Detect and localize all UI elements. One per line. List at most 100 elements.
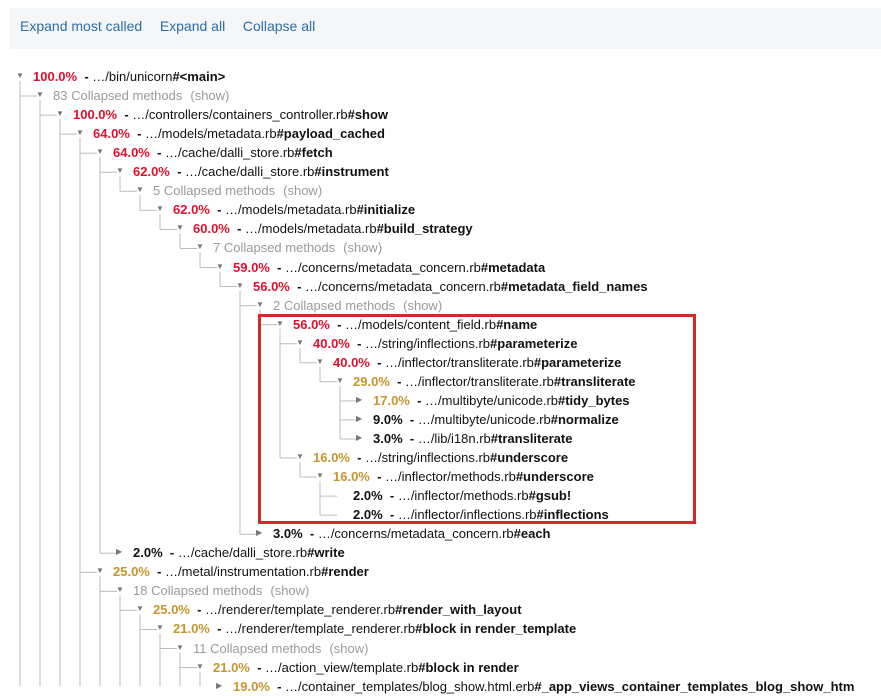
call-tree-node: 16.0% - …/inflector/methods.rb#underscor… [333, 467, 594, 486]
file-path: …/container_templates/blog_show.html.erb [285, 678, 535, 694]
expanded-arrow-icon[interactable]: ▼ [216, 261, 226, 273]
separator-dash: - [269, 678, 286, 694]
method-name: #_app_views_container_templates_blog_sho… [534, 678, 855, 694]
call-tree-node: 2.0% - …/cache/dalli_store.rb#write [133, 543, 345, 562]
expanded-arrow-icon[interactable]: ▼ [16, 70, 26, 82]
call-tree-node: 3.0% - …/concerns/metadata_concern.rb#ea… [273, 524, 551, 543]
file-path: …/inflector/methods.rb [385, 469, 516, 485]
expanded-arrow-icon[interactable]: ▼ [96, 146, 106, 158]
expanded-arrow-icon[interactable]: ▼ [296, 451, 306, 463]
collapsed-methods-row: 7 Collapsed methods (show) [213, 238, 382, 257]
expanded-arrow-icon[interactable]: ▼ [116, 165, 126, 177]
file-path: …/cache/dalli_store.rb [177, 545, 308, 561]
separator-dash: - [389, 373, 406, 389]
expanded-arrow-icon[interactable]: ▼ [36, 89, 46, 101]
call-tree-node: 59.0% - …/concerns/metadata_concern.rb#m… [233, 258, 545, 277]
separator-dash: - [169, 164, 186, 180]
separator-dash: - [369, 469, 386, 485]
expanded-arrow-icon[interactable]: ▼ [256, 299, 266, 311]
expanded-arrow-icon[interactable]: ▼ [236, 280, 246, 292]
file-path: …/bin/unicorn [92, 69, 173, 84]
time-percentage: 17.0% [373, 392, 410, 408]
expanded-arrow-icon[interactable]: ▼ [176, 222, 186, 234]
show-collapsed-link[interactable]: (show) [270, 583, 309, 598]
method-name: #tidy_bytes [558, 392, 630, 408]
time-percentage: 62.0% [173, 202, 210, 218]
time-percentage: 3.0% [273, 526, 303, 542]
expanded-arrow-icon[interactable]: ▼ [116, 584, 126, 596]
collapsed-methods-label: 7 Collapsed methods [213, 240, 336, 256]
expanded-arrow-icon[interactable]: ▼ [296, 337, 306, 349]
method-name: #block in render_template [415, 621, 577, 637]
expanded-arrow-icon[interactable]: ▼ [176, 642, 186, 654]
show-collapsed-link[interactable]: (show) [403, 298, 442, 313]
expanded-arrow-icon[interactable]: ▼ [276, 318, 286, 330]
file-path: …/renderer/template_renderer.rb [205, 602, 396, 618]
collapsed-methods-row: 11 Collapsed methods (show) [193, 639, 368, 658]
expanded-arrow-icon[interactable]: ▼ [96, 565, 106, 577]
time-percentage: 62.0% [133, 164, 170, 180]
call-tree-node: 64.0% - …/models/metadata.rb#payload_cac… [93, 124, 385, 143]
method-name: #each [513, 526, 551, 542]
separator-dash: - [249, 659, 266, 675]
separator-dash: - [269, 259, 286, 275]
method-name: #transliterate [553, 373, 636, 389]
separator-dash: - [289, 278, 306, 294]
show-collapsed-link[interactable]: (show) [283, 183, 322, 198]
call-tree-node: 2.0% - …/inflector/methods.rb#gsub! [353, 486, 571, 505]
call-tree-node: 17.0% - …/multibyte/unicode.rb#tidy_byte… [373, 391, 630, 410]
call-tree-node: 3.0% - …/lib/i18n.rb#transliterate [373, 429, 572, 448]
time-percentage: 56.0% [253, 278, 290, 294]
file-path: …/string/inflections.rb [365, 450, 491, 465]
method-name: #payload_cached [276, 126, 385, 142]
collapsed-arrow-icon[interactable]: ▶ [356, 394, 366, 406]
method-name: #render_with_layout [395, 602, 522, 618]
show-collapsed-link[interactable]: (show) [190, 88, 229, 103]
method-name: #name [496, 316, 538, 332]
file-path: …/models/metadata.rb [145, 126, 277, 142]
expanded-arrow-icon[interactable]: ▼ [136, 184, 146, 196]
separator-dash: - [302, 526, 318, 542]
call-tree-node: 9.0% - …/multibyte/unicode.rb#normalize [373, 410, 619, 429]
expanded-arrow-icon[interactable]: ▼ [156, 203, 166, 215]
collapsed-methods-label: 18 Collapsed methods [133, 583, 263, 599]
call-tree-node: 100.0% - …/bin/unicorn#<main> [33, 67, 225, 86]
collapsed-arrow-icon[interactable]: ▶ [256, 527, 266, 539]
collapsed-arrow-icon[interactable]: ▶ [356, 432, 366, 444]
time-percentage: 64.0% [113, 145, 150, 161]
expanded-arrow-icon[interactable]: ▼ [136, 603, 146, 615]
method-name: #fetch [294, 145, 333, 161]
method-name: #instrument [314, 164, 389, 180]
collapsed-arrow-icon[interactable]: ▶ [116, 546, 126, 558]
expanded-arrow-icon[interactable]: ▼ [196, 661, 206, 673]
time-percentage: 2.0% [353, 507, 383, 523]
time-percentage: 25.0% [113, 564, 150, 580]
show-collapsed-link[interactable]: (show) [329, 641, 368, 656]
method-name: #normalize [550, 411, 619, 427]
separator-dash: - [149, 145, 166, 161]
method-name: #metadata_field_names [500, 278, 648, 294]
expanded-arrow-icon[interactable]: ▼ [56, 108, 66, 120]
time-percentage: 29.0% [353, 373, 390, 389]
separator-dash: - [349, 450, 366, 465]
show-collapsed-link[interactable]: (show) [343, 240, 382, 255]
separator-dash: - [209, 621, 226, 637]
separator-dash: - [402, 411, 418, 427]
expanded-arrow-icon[interactable]: ▼ [76, 127, 86, 139]
call-tree-node: 100.0% - …/controllers/containers_contro… [73, 105, 388, 124]
expanded-arrow-icon[interactable]: ▼ [156, 622, 166, 634]
call-tree-node: 60.0% - …/models/metadata.rb#build_strat… [193, 219, 473, 238]
time-percentage: 40.0% [313, 335, 350, 351]
expanded-arrow-icon[interactable]: ▼ [316, 470, 326, 482]
file-path: …/cache/dalli_store.rb [165, 145, 295, 161]
file-path: …/inflector/inflections.rb [397, 507, 537, 523]
expanded-arrow-icon[interactable]: ▼ [336, 375, 346, 387]
collapsed-methods-row: 83 Collapsed methods (show) [53, 86, 229, 105]
time-percentage: 16.0% [333, 469, 370, 485]
time-percentage: 40.0% [333, 354, 370, 370]
expanded-arrow-icon[interactable]: ▼ [196, 241, 206, 253]
expanded-arrow-icon[interactable]: ▼ [316, 356, 326, 368]
collapsed-arrow-icon[interactable]: ▶ [356, 413, 366, 425]
method-name: #parameterize [533, 354, 622, 370]
separator-dash: - [369, 354, 386, 370]
